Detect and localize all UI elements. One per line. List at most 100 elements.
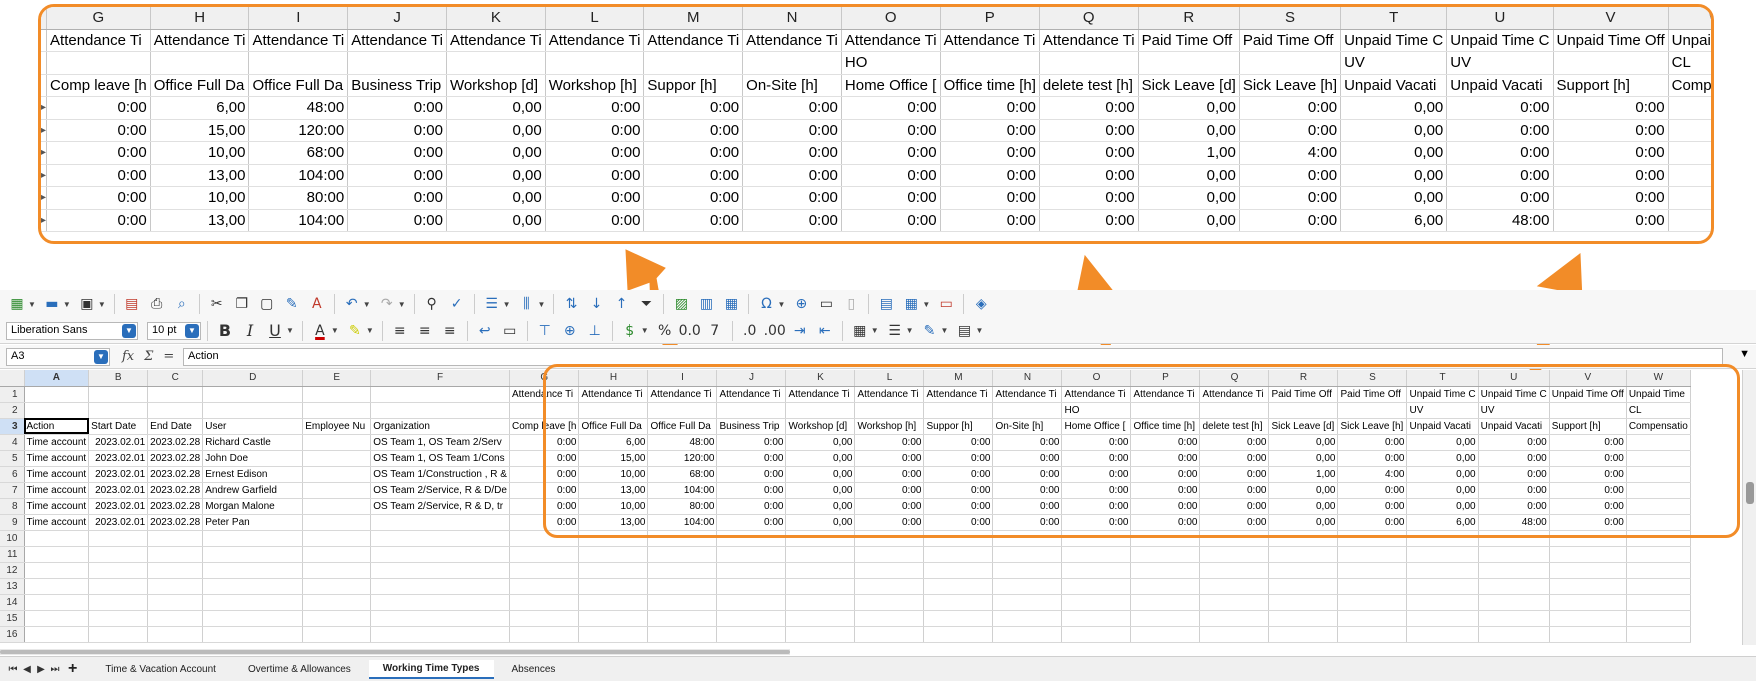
cell-t8[interactable]: 0,00 — [1406, 498, 1479, 515]
cell-f1[interactable] — [370, 386, 510, 403]
cell-v12[interactable] — [1549, 562, 1627, 579]
cell-p3[interactable]: Office time [h] — [1130, 418, 1201, 435]
spreadsheet-grid[interactable]: A B C D E F G H I J K L M N O P Q R S T U V W 1 Attendance Ti Att… — [0, 370, 1740, 650]
cell-l15[interactable] — [854, 610, 925, 627]
sort-icon[interactable]: ⇅ — [560, 293, 582, 315]
cell-p13[interactable] — [1130, 578, 1201, 595]
cell-s4[interactable]: 0:00 — [1337, 434, 1408, 451]
cell-i11[interactable] — [647, 546, 718, 563]
cell-e2[interactable] — [302, 402, 372, 419]
cell-m16[interactable] — [923, 626, 994, 643]
cell-t4[interactable]: 0,00 — [1406, 434, 1479, 451]
cell-j4[interactable]: 0:00 — [716, 434, 787, 451]
chevron-down-icon[interactable]: ▼ — [63, 300, 71, 309]
increase-indent-icon[interactable]: ⇥ — [789, 320, 811, 342]
chevron-down-icon[interactable]: ▼ — [331, 326, 339, 335]
cell-j16[interactable] — [716, 626, 787, 643]
cell-d16[interactable] — [202, 626, 304, 643]
column-header-u[interactable]: U — [1478, 370, 1550, 387]
cell-c15[interactable] — [147, 610, 204, 627]
cell-r10[interactable] — [1268, 530, 1339, 547]
cell-c13[interactable] — [147, 578, 204, 595]
pivot-table-icon[interactable]: ▦ — [720, 293, 742, 315]
center-vertically-icon[interactable]: ⊕ — [559, 320, 581, 342]
cell-c4[interactable]: 2023.02.28 — [147, 434, 204, 451]
cell-i7[interactable]: 104:00 — [647, 482, 718, 499]
cell-i2[interactable] — [647, 402, 718, 419]
cell-p15[interactable] — [1130, 610, 1201, 627]
name-box[interactable]: A3 ▼ — [6, 347, 110, 366]
cell-g5[interactable]: 0:00 — [509, 450, 580, 467]
cell-r7[interactable]: 0,00 — [1268, 482, 1339, 499]
header-footer-icon[interactable]: ▯ — [840, 293, 862, 315]
cell-b1[interactable] — [88, 386, 149, 403]
cell-g11[interactable] — [509, 546, 580, 563]
cell-e15[interactable] — [302, 610, 372, 627]
cell-c1[interactable] — [147, 386, 204, 403]
spelling-icon[interactable]: ✓ — [446, 293, 468, 315]
cell-i12[interactable] — [647, 562, 718, 579]
chevron-down-icon[interactable]: ▼ — [941, 326, 949, 335]
cell-l9[interactable]: 0:00 — [854, 514, 925, 531]
cell-t11[interactable] — [1406, 546, 1479, 563]
cell-a4[interactable]: Time account — [24, 434, 90, 451]
cell-q7[interactable]: 0:00 — [1199, 482, 1270, 499]
chevron-down-icon[interactable]: ▼ — [871, 326, 879, 335]
cell-l7[interactable]: 0:00 — [854, 482, 925, 499]
cell-e16[interactable] — [302, 626, 372, 643]
cell-d1[interactable] — [202, 386, 304, 403]
cell-r2[interactable] — [1268, 402, 1339, 419]
cell-u5[interactable]: 0:00 — [1478, 450, 1550, 467]
cell-d13[interactable] — [202, 578, 304, 595]
row-header[interactable]: 1 — [0, 386, 25, 403]
cell-p2[interactable] — [1130, 402, 1201, 419]
cell-d15[interactable] — [202, 610, 304, 627]
cell-f7[interactable]: OS Team 2/Service, R & D/De — [370, 482, 510, 499]
cell-t2[interactable]: UV — [1406, 402, 1479, 419]
cell-l11[interactable] — [854, 546, 925, 563]
column-header-m[interactable]: M — [923, 370, 994, 387]
cell-j2[interactable] — [716, 402, 787, 419]
cell-r6[interactable]: 1,00 — [1268, 466, 1339, 483]
cell-r9[interactable]: 0,00 — [1268, 514, 1339, 531]
cell-n8[interactable]: 0:00 — [992, 498, 1063, 515]
cell-r3[interactable]: Sick Leave [d] — [1268, 418, 1339, 435]
chevron-down-icon[interactable]: ▼ — [503, 300, 511, 309]
cell-w10[interactable] — [1626, 530, 1691, 547]
cell-m6[interactable]: 0:00 — [923, 466, 994, 483]
cell-q8[interactable]: 0:00 — [1199, 498, 1270, 515]
cell-l12[interactable] — [854, 562, 925, 579]
clear-formatting-icon[interactable]: A — [306, 293, 328, 315]
percent-format-icon[interactable]: % — [654, 320, 676, 342]
cell-k8[interactable]: 0,00 — [785, 498, 856, 515]
cell-d12[interactable] — [202, 562, 304, 579]
cell-t13[interactable] — [1406, 578, 1479, 595]
cell-q14[interactable] — [1199, 594, 1270, 611]
special-character-icon[interactable]: Ω — [755, 293, 777, 315]
cell-q16[interactable] — [1199, 626, 1270, 643]
cell-b13[interactable] — [88, 578, 149, 595]
cell-o10[interactable] — [1061, 530, 1132, 547]
scrollbar-thumb[interactable] — [0, 650, 790, 654]
cell-i15[interactable] — [647, 610, 718, 627]
cell-o1[interactable]: Attendance Ti — [1061, 386, 1132, 403]
cell-n13[interactable] — [992, 578, 1063, 595]
cell-o8[interactable]: 0:00 — [1061, 498, 1132, 515]
cell-h8[interactable]: 10,00 — [578, 498, 649, 515]
cell-j7[interactable]: 0:00 — [716, 482, 787, 499]
highlight-color-icon[interactable]: ✎ — [344, 320, 366, 342]
cell-q12[interactable] — [1199, 562, 1270, 579]
cell-q3[interactable]: delete test [h] — [1199, 418, 1270, 435]
comment-icon[interactable]: ▭ — [815, 293, 837, 315]
bold-icon[interactable]: B — [214, 320, 236, 342]
cell-v11[interactable] — [1549, 546, 1627, 563]
cell-w1[interactable]: Unpaid Time — [1626, 386, 1691, 403]
cell-v1[interactable]: Unpaid Time Off — [1549, 386, 1627, 403]
cell-o12[interactable] — [1061, 562, 1132, 579]
cell-r16[interactable] — [1268, 626, 1339, 643]
cell-g10[interactable] — [509, 530, 580, 547]
cell-a5[interactable]: Time account — [24, 450, 90, 467]
first-sheet-icon[interactable]: ⏮ — [6, 664, 20, 675]
chevron-down-icon[interactable]: ▼ — [366, 326, 374, 335]
cell-e6[interactable] — [302, 466, 372, 483]
